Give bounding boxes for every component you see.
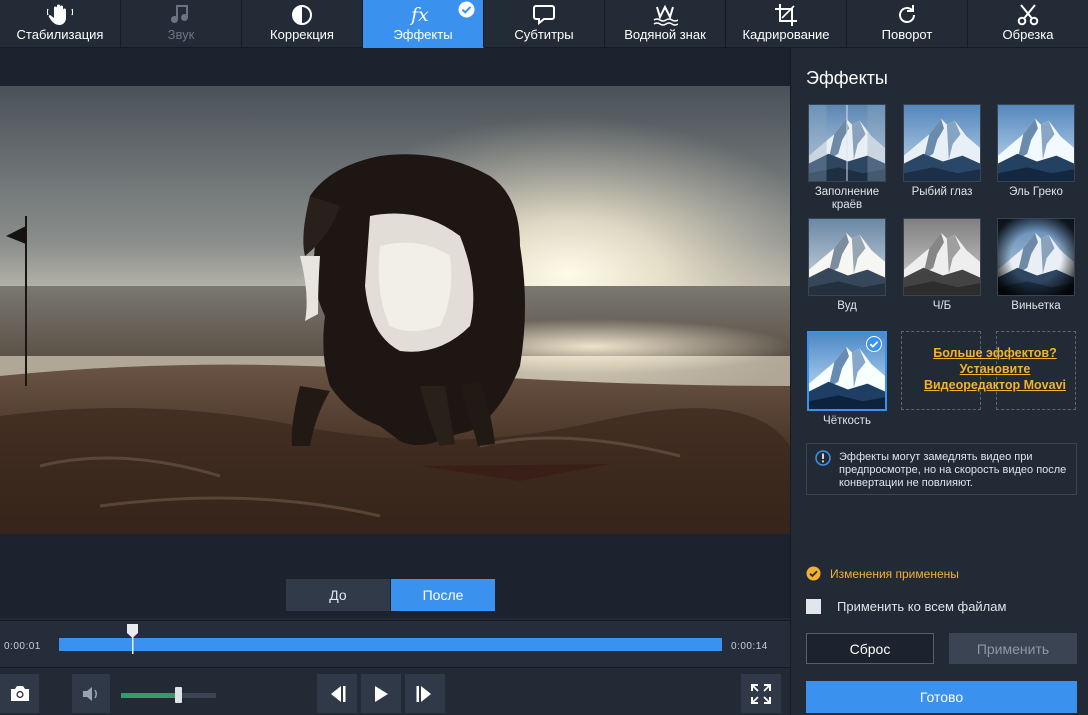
tab-label: Стабилизация [16,27,104,42]
fx-icon: fx [409,0,437,28]
scissors-icon [1016,0,1040,28]
applied-status-text: Изменения применены [830,566,959,581]
effect-wood[interactable]: Вуд [806,218,888,313]
tab-label: Коррекция [270,27,334,42]
info-icon [815,450,831,488]
time-start: 0:00:01 [4,641,41,652]
effect-thumbnail [808,104,886,182]
rotate-icon [896,0,918,28]
info-text: Эффекты могут замедлять видео при предпр… [839,451,1067,489]
timeline: 0:00:01 0:00:14 [0,620,790,668]
player-controls [0,669,790,715]
tab-rotate[interactable]: Поворот [847,0,968,48]
effect-fill-edges[interactable]: Заполнение краёв [806,104,888,212]
time-end: 0:00:14 [731,641,768,652]
effect-el-greco[interactable]: Эль Греко [995,104,1077,199]
effect-fisheye[interactable]: Рыбий глаз [901,104,983,199]
more-effects-link[interactable]: Больше эффектов? Установите Видеоредакто… [909,345,1081,393]
next-frame-button[interactable] [405,674,445,713]
snapshot-button[interactable] [0,674,39,713]
step-back-icon [327,685,347,703]
tool-tabs-bar: Стабилизация Звук Коррекция fx Эффекты С… [0,0,1088,48]
contrast-icon [291,0,313,28]
effects-panel: Эффекты Заполнение краёв Рыбий глаз Эль … [790,48,1088,715]
effect-sharpness[interactable]: Чёткость [806,331,888,428]
checkbox-box[interactable] [806,599,821,614]
check-circle-icon [806,566,821,581]
tab-sound[interactable]: Звук [121,0,242,48]
more-effects-line: Видеоредактор Movavi [923,378,1067,392]
effect-label: Ч/Б [932,300,952,312]
more-effects-line: Больше эффектов? [933,346,1057,360]
check-icon [458,1,475,18]
before-button[interactable]: До [286,579,390,611]
video-preview [0,86,790,534]
tab-label: Поворот [881,27,933,42]
effect-label: Виньетка [1011,300,1061,312]
volume-slider[interactable] [121,687,216,703]
play-icon [373,685,389,703]
fullscreen-button[interactable] [741,674,781,713]
effect-black-white[interactable]: Ч/Б [901,218,983,313]
tab-stabilization[interactable]: Стабилизация [0,0,121,48]
volume-level [121,693,178,698]
after-button[interactable]: После [391,579,495,611]
effect-thumbnail [903,218,981,296]
done-button[interactable]: Готово [806,681,1077,713]
effect-thumbnail [808,218,886,296]
fullscreen-icon [751,683,771,704]
tab-label: Эффекты [393,27,453,42]
apply-button[interactable]: Применить [949,633,1077,664]
tab-label: Звук [167,27,195,42]
timeline-track[interactable] [59,638,722,651]
reset-button[interactable]: Сброс [806,633,934,664]
effect-label: Чёткость [823,415,871,427]
tab-label: Водяной знак [624,27,706,42]
mute-button[interactable] [72,674,110,713]
tab-trim[interactable]: Обрезка [968,0,1088,48]
watermark-icon [652,0,678,28]
speech-bubble-icon [532,0,556,28]
camera-icon [10,685,30,702]
tab-watermark[interactable]: Водяной знак [605,0,726,48]
apply-all-label: Применить ко всем файлам [837,599,1007,614]
crop-icon [774,0,798,28]
tab-subtitles[interactable]: Субтитры [484,0,605,48]
more-effects-line: Установите [959,362,1031,376]
tab-correction[interactable]: Коррекция [242,0,363,48]
hand-icon [47,0,73,28]
effect-label: Рыбий глаз [911,186,973,198]
effect-thumbnail [997,218,1075,296]
tab-effects[interactable]: fx Эффекты [363,0,484,48]
tab-label: Субтитры [514,27,574,42]
music-note-icon [171,0,191,28]
tab-label: Кадрирование [742,27,830,42]
effect-thumbnail [807,331,887,411]
speaker-icon [82,686,100,702]
effect-label: Заполнение краёв [814,186,880,211]
effect-label: Эль Греко [1009,186,1063,198]
apply-all-checkbox[interactable]: Применить ко всем файлам [806,599,1006,614]
svg-text:fx: fx [409,4,429,26]
effect-thumbnail [997,104,1075,182]
tab-crop[interactable]: Кадрирование [726,0,847,48]
selected-check-icon [866,336,882,352]
effect-vignette[interactable]: Виньетка [995,218,1077,313]
panel-title: Эффекты [806,68,888,88]
tab-label: Обрезка [1002,27,1054,42]
info-notice: Эффекты могут замедлять видео при предпр… [806,443,1077,495]
step-forward-icon [415,685,435,703]
volume-knob[interactable] [175,687,182,703]
playhead-handle[interactable] [126,624,138,654]
previous-frame-button[interactable] [317,674,357,713]
applied-status: Изменения применены [806,566,959,581]
effect-thumbnail [903,104,981,182]
effect-label: Вуд [837,300,857,312]
play-button[interactable] [361,674,401,713]
